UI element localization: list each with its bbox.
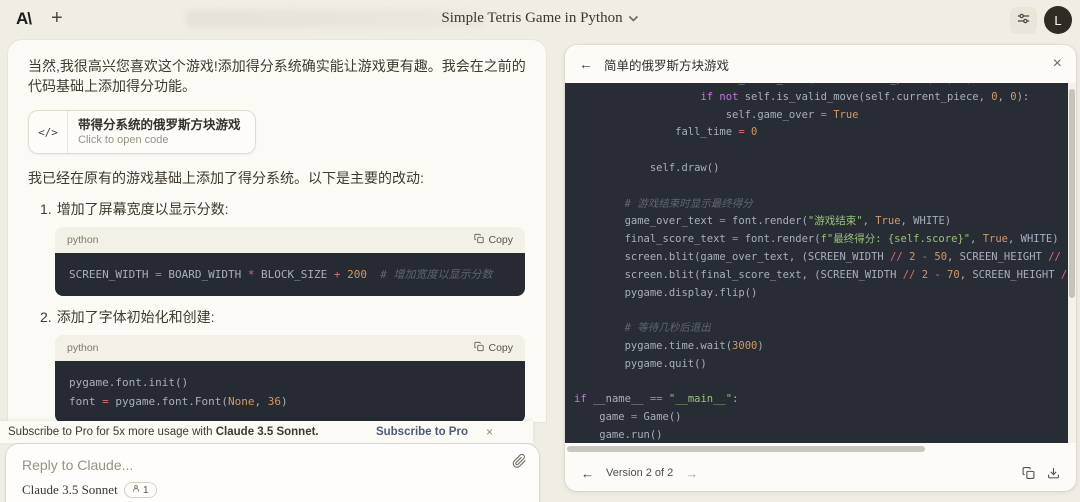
conversation-title-dropdown[interactable]: Simple Tetris Game in Python (441, 10, 638, 27)
new-chat-button[interactable]: + (45, 5, 69, 32)
banner-model-name: Claude 3.5 Sonnet. (216, 426, 319, 438)
user-avatar[interactable]: L (1044, 6, 1072, 34)
list-item-1: 1.增加了屏幕宽度以显示分数: (40, 199, 532, 219)
artifact-header: ← 简单的俄罗斯方块游戏 × (565, 45, 1076, 83)
artifact-card-subtitle: Click to open code (78, 133, 241, 147)
vertical-scrollbar[interactable] (1068, 83, 1076, 443)
person-icon (132, 484, 140, 496)
copy-button[interactable]: Copy (474, 233, 513, 247)
conversation-title: Simple Tetris Game in Python (441, 10, 622, 27)
changes-intro: 我已经在原有的游戏基础上添加了得分系统。以下是主要的改动: (28, 168, 532, 188)
download-button[interactable] (1047, 466, 1060, 480)
horizontal-scrollbar (565, 443, 1076, 455)
usage-badge[interactable]: 1 (124, 482, 157, 498)
banner-text: Subscribe to Pro for 5x more usage with (8, 426, 216, 438)
previous-version-button[interactable]: ← (581, 466, 594, 481)
clipboard-icon (474, 233, 484, 247)
copy-code-button[interactable] (1022, 466, 1035, 480)
artifact-panel: ← 简单的俄罗斯方块游戏 × if self.is_valid_move(sel… (565, 45, 1076, 491)
copy-button[interactable]: Copy (474, 341, 513, 355)
artifact-code-content: if self.is_valid_move(self.current_piece… (565, 83, 1068, 443)
chat-code-block-1: python Copy SCREEN_WIDTH = BOARD_WIDTH *… (55, 227, 525, 296)
clipboard-icon (474, 341, 484, 355)
anthropic-logo: A\ (16, 9, 31, 29)
version-label: Version 2 of 2 (606, 467, 673, 479)
reply-composer[interactable]: Reply to Claude... Claude 3.5 Sonnet 1 (5, 443, 540, 502)
chevron-down-icon (629, 10, 639, 27)
code-language-label: python (67, 342, 99, 354)
usage-count: 1 (143, 485, 149, 496)
paperclip-icon (512, 456, 527, 473)
reply-input-placeholder[interactable]: Reply to Claude... (22, 457, 133, 473)
code-content: pygame.font.init()font = pygame.font.Fon… (55, 361, 525, 422)
attachment-button[interactable] (512, 453, 527, 474)
artifact-preview-card[interactable]: </> 带得分系统的俄罗斯方块游戏 Click to open code (28, 110, 256, 154)
artifact-title: 简单的俄罗斯方块游戏 (604, 55, 729, 74)
artifact-card-title: 带得分系统的俄罗斯方块游戏 (78, 117, 241, 133)
list-item-2: 2.添加了字体初始化和创建: (40, 307, 532, 327)
settings-button[interactable] (1010, 7, 1037, 34)
artifact-code-viewer: if self.is_valid_move(self.current_piece… (565, 83, 1076, 443)
subscribe-link[interactable]: Subscribe to Pro (376, 426, 468, 438)
model-selector[interactable]: Claude 3.5 Sonnet (22, 482, 118, 498)
subscribe-banner: Subscribe to Pro for 5x more usage with … (0, 421, 533, 443)
code-content: SCREEN_WIDTH = BOARD_WIDTH * BLOCK_SIZE … (55, 253, 525, 296)
banner-close-icon[interactable]: × (486, 425, 533, 439)
next-version-button[interactable]: → (685, 466, 698, 481)
code-language-label: python (67, 234, 99, 246)
horizontal-scrollbar-thumb[interactable] (567, 446, 925, 452)
chat-code-block-2: python Copy pygame.font.init()font = pyg… (55, 335, 525, 422)
app-window: A\ + Simple Tetris Game in Python L 当然,我… (0, 0, 1080, 502)
vertical-scrollbar-thumb[interactable] (1069, 89, 1075, 298)
sliders-icon (1016, 11, 1031, 31)
back-arrow-icon[interactable]: ← (579, 56, 593, 72)
code-icon: </> (29, 111, 68, 153)
artifact-close-icon[interactable]: × (1053, 55, 1062, 73)
top-bar: A\ + Simple Tetris Game in Python L (0, 0, 1080, 40)
redacted-text-smudge (185, 10, 485, 28)
chat-panel: 当然,我很高兴您喜欢这个游戏!添加得分系统确实能让游戏更有趣。我会在之前的代码基… (8, 40, 546, 422)
artifact-footer: ← Version 2 of 2 → (565, 455, 1076, 491)
assistant-message-intro: 当然,我很高兴您喜欢这个游戏!添加得分系统确实能让游戏更有趣。我会在之前的代码基… (28, 56, 532, 96)
